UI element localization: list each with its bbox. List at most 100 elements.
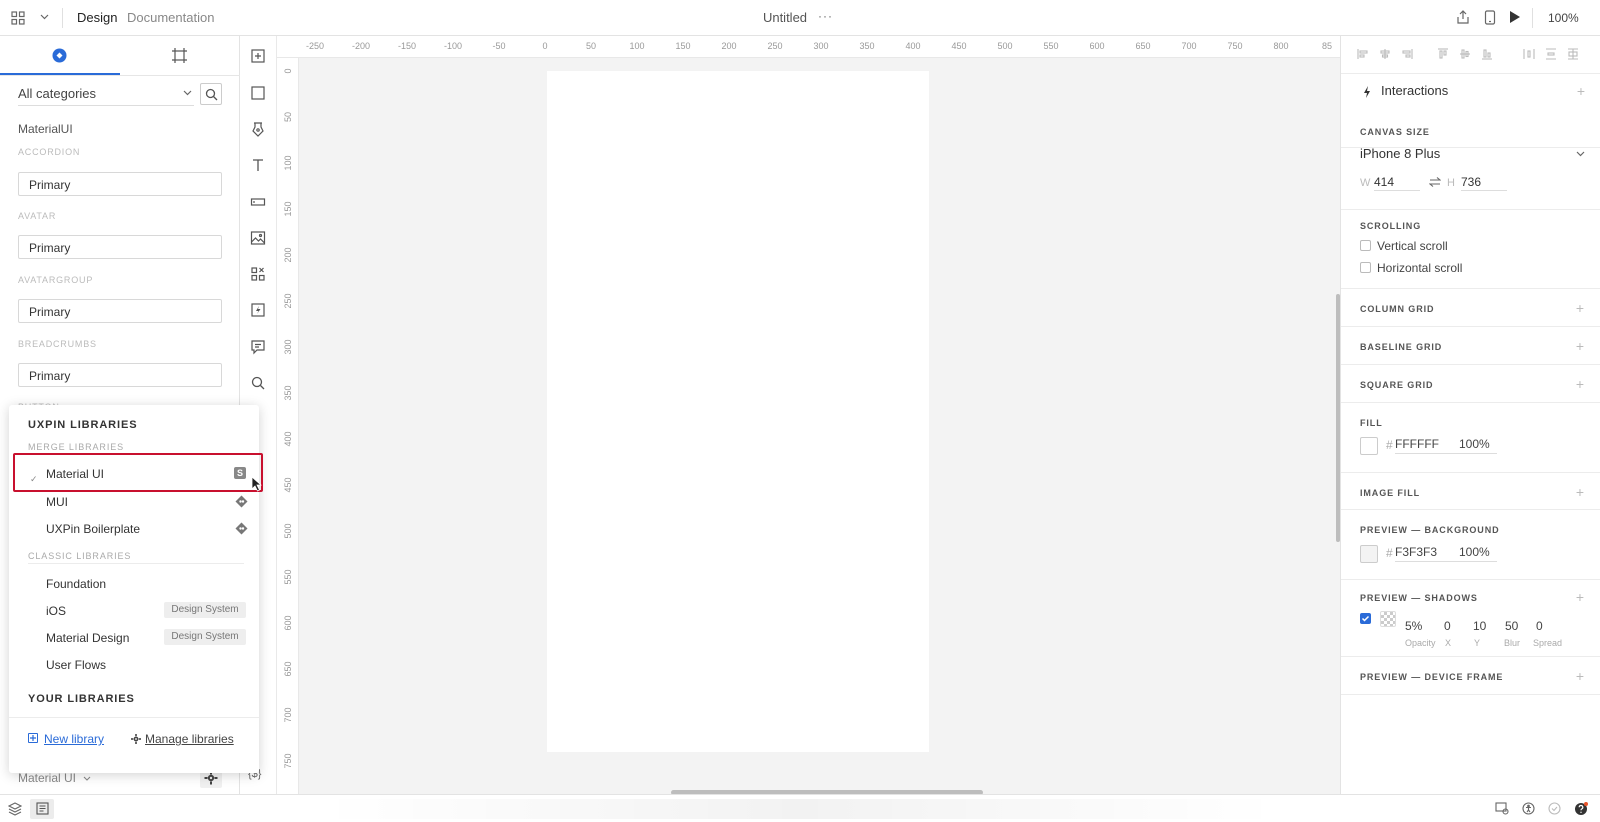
rectangle-tool-icon[interactable]	[250, 85, 268, 103]
shadow-opacity-input[interactable]: 5%	[1405, 619, 1422, 633]
align-left-icon[interactable]	[1357, 48, 1369, 60]
export-icon[interactable]	[1456, 10, 1470, 24]
tab-documentation[interactable]: Documentation	[127, 10, 214, 25]
more-options-button[interactable]: ···	[818, 9, 833, 23]
library-switcher[interactable]: Material UI	[18, 771, 91, 785]
image-fill-label: IMAGE FILL	[1360, 488, 1420, 498]
document-title[interactable]: Untitled	[740, 10, 830, 25]
library-item-user-flows[interactable]: User Flows	[46, 658, 106, 672]
divider	[1341, 402, 1600, 403]
shadow-x-input[interactable]: 0	[1444, 619, 1451, 633]
distribute-vertical-icon[interactable]	[1545, 48, 1557, 60]
fill-color-swatch[interactable]	[1360, 437, 1378, 455]
distribute-horizontal-icon[interactable]	[1523, 48, 1535, 60]
ruler-label: 0	[283, 68, 293, 74]
vertical-scroll-label: Vertical scroll	[1377, 239, 1448, 253]
vertical-scroll-checkbox[interactable]	[1360, 240, 1371, 251]
preview-device-icon[interactable]	[1484, 10, 1496, 25]
category-select[interactable]: All categories	[18, 86, 194, 106]
scroll-shadow	[320, 799, 1280, 819]
help-icon[interactable]	[1574, 802, 1588, 816]
accessibility-icon[interactable]	[1522, 802, 1535, 815]
align-right-icon[interactable]	[1401, 48, 1413, 60]
properties-panel: Interactions + CANVAS SIZE iPhone 8 Plus…	[1340, 36, 1600, 794]
fill-opacity-input[interactable]: 100%	[1459, 437, 1497, 454]
pen-tool-icon[interactable]	[250, 121, 268, 139]
component-item[interactable]: Primary	[18, 363, 222, 387]
library-name: MaterialUI	[18, 122, 73, 136]
add-interaction-button[interactable]: +	[1577, 84, 1585, 98]
add-square-grid-button[interactable]: +	[1576, 377, 1584, 391]
apps-grid-icon[interactable]	[11, 11, 25, 25]
tidy-up-icon[interactable]	[1567, 48, 1579, 60]
add-device-frame-button[interactable]: +	[1576, 669, 1584, 683]
new-library-link[interactable]: New library	[44, 732, 104, 746]
library-item-ios[interactable]: iOS	[46, 604, 66, 618]
frame-tool-icon[interactable]	[250, 48, 268, 66]
library-item-material-design[interactable]: Material Design	[46, 631, 129, 645]
component-item[interactable]: Primary	[18, 299, 222, 323]
settings-panel-icon[interactable]	[1495, 802, 1509, 815]
fill-hex-input[interactable]: FFFFFF	[1395, 437, 1459, 454]
lightning-icon	[1363, 86, 1371, 98]
interactions-title[interactable]: Interactions	[1381, 83, 1448, 98]
background-opacity-input[interactable]: 100%	[1459, 545, 1497, 562]
align-top-icon[interactable]	[1437, 48, 1449, 60]
add-shadow-button[interactable]: +	[1576, 590, 1584, 604]
horizontal-scroll-checkbox[interactable]	[1360, 262, 1371, 273]
library-item-foundation[interactable]: Foundation	[46, 577, 106, 591]
ruler-label: 700	[1181, 41, 1197, 51]
align-center-icon[interactable]	[1379, 48, 1391, 60]
pages-icon[interactable]	[36, 802, 49, 815]
ruler-label: 350	[283, 385, 293, 401]
text-tool-icon[interactable]	[250, 157, 268, 175]
ruler-label: 85	[1321, 41, 1332, 51]
ruler-label: 50	[283, 112, 293, 123]
search-button[interactable]	[200, 83, 222, 105]
library-item-mui[interactable]: MUI	[46, 495, 68, 509]
section-label: AVATAR	[18, 211, 57, 221]
ruler-label: 600	[1089, 41, 1105, 51]
preview-shadows-label: PREVIEW — SHADOWS	[1360, 593, 1478, 603]
shadow-spread-input[interactable]: 0	[1536, 619, 1543, 633]
add-column-grid-button[interactable]: +	[1576, 301, 1584, 315]
chevron-down-icon[interactable]	[40, 14, 49, 20]
square-grid-label: SQUARE GRID	[1360, 380, 1434, 390]
libraries-tab-icon[interactable]	[52, 48, 67, 63]
input-tool-icon[interactable]	[250, 194, 268, 212]
search-icon[interactable]	[250, 375, 268, 393]
ruler-label: 100	[629, 41, 645, 51]
design-canvas[interactable]	[299, 58, 1340, 795]
component-item[interactable]: Primary	[18, 172, 222, 196]
shadow-y-input[interactable]: 10	[1473, 619, 1486, 633]
align-bottom-icon[interactable]	[1481, 48, 1493, 60]
manage-libraries-link[interactable]: Manage libraries	[145, 732, 234, 746]
shadow-enabled-checkbox[interactable]	[1360, 613, 1371, 624]
category-select-value: All categories	[18, 86, 97, 101]
layers-icon[interactable]	[8, 802, 22, 816]
components-tool-icon[interactable]	[250, 266, 268, 284]
canvas-size-section	[1341, 148, 1600, 210]
ruler-label: 50	[585, 41, 596, 51]
background-hex-input[interactable]: F3F3F3	[1395, 545, 1459, 562]
play-icon[interactable]	[1509, 10, 1521, 24]
zoom-level[interactable]: 100%	[1548, 11, 1579, 25]
comment-tool-icon[interactable]	[250, 339, 268, 357]
component-item[interactable]: Primary	[18, 235, 222, 259]
add-image-fill-button[interactable]: +	[1576, 485, 1584, 499]
background-color-swatch[interactable]	[1360, 545, 1378, 563]
ruler-label: -50	[492, 41, 506, 51]
artboard[interactable]	[547, 71, 929, 752]
tab-design[interactable]: Design	[77, 10, 117, 25]
align-middle-icon[interactable]	[1459, 48, 1471, 60]
status-check-icon[interactable]	[1548, 802, 1561, 815]
shadow-blur-input[interactable]: 50	[1505, 619, 1518, 633]
shadow-color-swatch[interactable]	[1380, 611, 1396, 627]
library-item-uxpin-boilerplate[interactable]: UXPin Boilerplate	[46, 522, 140, 536]
divider	[1532, 8, 1533, 28]
interaction-tool-icon[interactable]	[250, 302, 268, 320]
image-tool-icon[interactable]	[250, 230, 268, 248]
preview-background-label: PREVIEW — BACKGROUND	[1360, 525, 1500, 535]
add-baseline-grid-button[interactable]: +	[1576, 339, 1584, 353]
artboard-tab-icon[interactable]	[172, 48, 187, 63]
